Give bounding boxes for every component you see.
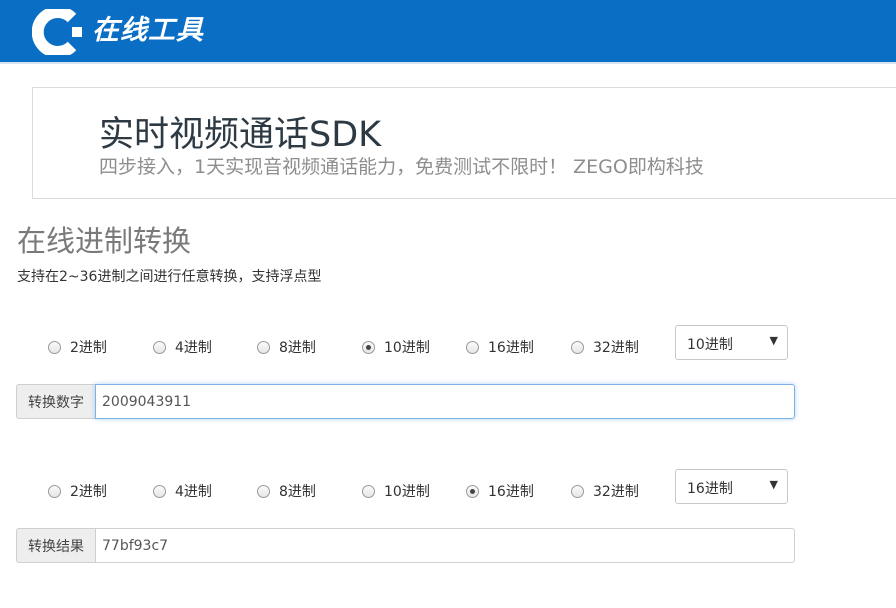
input-radio-base-8[interactable]: 8进制 — [257, 335, 316, 359]
radio-button[interactable] — [153, 340, 166, 354]
radio-label: 32进制 — [593, 340, 639, 356]
output-result-group: 转换结果 77bf93c7 — [16, 528, 795, 563]
input-base-select[interactable]: 10进制 ▼ — [675, 325, 788, 360]
output-radio-base-4[interactable]: 4进制 — [153, 479, 212, 503]
radio-label: 10进制 — [384, 484, 430, 500]
radio-label: 8进制 — [279, 484, 316, 500]
site-brand[interactable]: 在线工具 — [92, 14, 204, 48]
input-number-group: 转换数字 2009043911 — [16, 384, 795, 419]
c-logo-icon[interactable] — [32, 9, 82, 55]
input-number-field[interactable]: 2009043911 — [95, 384, 795, 419]
input-radio-base-4[interactable]: 4进制 — [153, 335, 212, 359]
dropdown-arrow-icon: ▼ — [769, 334, 778, 347]
radio-button[interactable] — [257, 340, 270, 354]
radio-button-checked[interactable] — [362, 340, 375, 354]
radio-label: 4进制 — [175, 484, 212, 500]
radio-label: 2进制 — [70, 340, 107, 356]
ad-subtitle: 四步接入，1天实现音视频通话能力，免费测试不限时！ ZEGO即构科技 — [99, 156, 704, 178]
radio-button[interactable] — [362, 484, 375, 498]
output-base-select[interactable]: 16进制 ▼ — [675, 469, 788, 504]
radio-label: 10进制 — [384, 340, 430, 356]
page-title: 在线进制转换 — [17, 224, 192, 258]
radio-button[interactable] — [257, 484, 270, 498]
ad-banner[interactable]: 实时视频通话SDK 四步接入，1天实现音视频通话能力，免费测试不限时！ ZEGO… — [32, 87, 896, 199]
radio-label: 16进制 — [488, 340, 534, 356]
output-radio-base-32[interactable]: 32进制 — [571, 479, 639, 503]
top-header: 在线工具 — [0, 0, 896, 64]
ad-title[interactable]: 实时视频通话SDK — [99, 106, 381, 157]
radio-label: 8进制 — [279, 340, 316, 356]
radio-button[interactable] — [571, 340, 584, 354]
page-description: 支持在2~36进制之间进行任意转换，支持浮点型 — [17, 269, 322, 285]
output-result-field[interactable]: 77bf93c7 — [95, 528, 795, 563]
radio-label: 2进制 — [70, 484, 107, 500]
input-radio-base-2[interactable]: 2进制 — [48, 335, 107, 359]
radio-label: 16进制 — [488, 484, 534, 500]
output-radio-base-8[interactable]: 8进制 — [257, 479, 316, 503]
input-radio-base-16[interactable]: 16进制 — [466, 335, 534, 359]
radio-button[interactable] — [571, 484, 584, 498]
input-radio-base-10[interactable]: 10进制 — [362, 335, 430, 359]
output-radio-base-10[interactable]: 10进制 — [362, 479, 430, 503]
radio-button[interactable] — [153, 484, 166, 498]
radio-label: 4进制 — [175, 340, 212, 356]
radio-label: 32进制 — [593, 484, 639, 500]
output-radio-base-2[interactable]: 2进制 — [48, 479, 107, 503]
select-value: 16进制 — [687, 481, 733, 497]
radio-button[interactable] — [466, 340, 479, 354]
radio-button[interactable] — [48, 340, 61, 354]
radio-button-checked[interactable] — [466, 484, 479, 498]
input-addon-label: 转换数字 — [16, 384, 95, 419]
output-addon-label: 转换结果 — [16, 528, 95, 563]
select-value: 10进制 — [687, 337, 733, 353]
input-radio-base-32[interactable]: 32进制 — [571, 335, 639, 359]
radio-button[interactable] — [48, 484, 61, 498]
dropdown-arrow-icon: ▼ — [769, 478, 778, 491]
output-radio-base-16[interactable]: 16进制 — [466, 479, 534, 503]
